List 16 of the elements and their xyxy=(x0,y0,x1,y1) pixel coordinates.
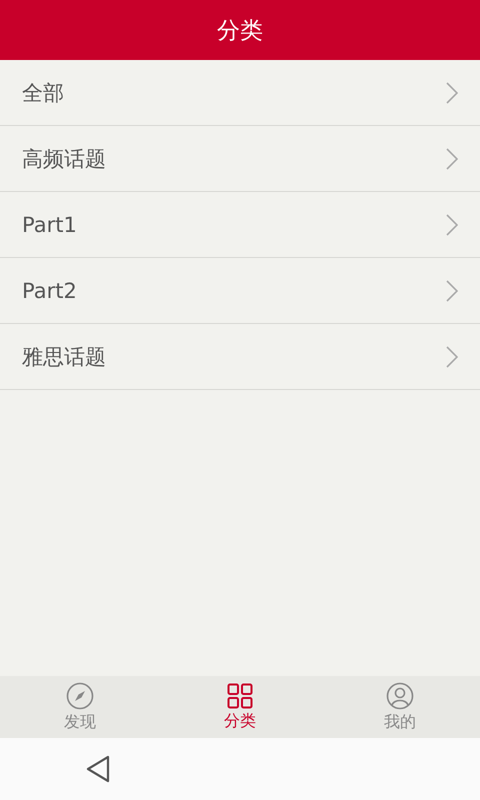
compass-icon xyxy=(66,682,94,710)
chevron-icon xyxy=(446,214,458,236)
category-item[interactable]: 高频话题 xyxy=(0,126,480,192)
page-title: 分类 xyxy=(217,16,263,46)
user-icon xyxy=(386,682,414,710)
back-icon[interactable] xyxy=(86,755,110,783)
category-item[interactable]: 全部 xyxy=(0,60,480,126)
chevron-icon xyxy=(446,346,458,368)
category-item[interactable]: 雅思话题 xyxy=(0,324,480,390)
grid-icon xyxy=(227,682,253,708)
chevron-icon xyxy=(446,148,458,170)
category-item[interactable]: Part2 xyxy=(0,258,480,324)
chevron-icon xyxy=(446,82,458,104)
chevron-icon xyxy=(446,280,458,302)
tab-label[interactable]: 分类 xyxy=(224,710,256,732)
category-item[interactable]: Part1 xyxy=(0,192,480,258)
